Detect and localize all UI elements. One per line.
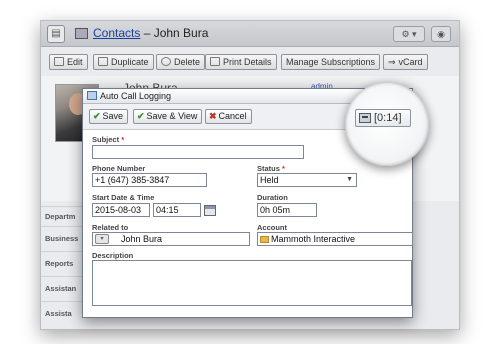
record-toolbar: Edit Duplicate Delete Print Details Mana…: [41, 49, 459, 75]
subscriptions-label: Manage Subscriptions: [286, 57, 376, 67]
close-icon: ✖: [209, 111, 217, 121]
status-label: Status *: [257, 164, 285, 173]
business-label: Business: [45, 234, 79, 243]
phone-log-icon: [87, 91, 97, 100]
save-view-label: Save & View: [146, 111, 198, 121]
status-value: Held: [260, 175, 279, 185]
edit-button[interactable]: Edit: [49, 54, 88, 70]
start-date-label: Start Date & Time: [92, 193, 155, 202]
window-header: ▤ Contacts – John Bura ⚙ ▾ ◉: [41, 21, 459, 47]
gear-icon: ⚙ ▾: [401, 29, 417, 39]
save-button[interactable]: ✔ Save: [89, 109, 129, 124]
phone-number-field[interactable]: +1 (647) 385-3847: [92, 173, 207, 187]
help-button[interactable]: ◉: [431, 26, 451, 42]
vcard-icon: ⇒: [388, 57, 396, 67]
call-timer-button[interactable]: [0:14]: [355, 109, 411, 127]
chevron-down-icon: ▼: [346, 176, 353, 183]
call-timer: [0:14]: [374, 112, 402, 124]
copy-icon: [98, 57, 108, 66]
edit-label: Edit: [67, 57, 83, 67]
pencil-icon: [54, 57, 64, 66]
settings-menu-button[interactable]: ⚙ ▾: [393, 26, 425, 42]
print-details-button[interactable]: Print Details: [205, 54, 277, 70]
delete-button[interactable]: Delete: [156, 54, 206, 70]
subject-input[interactable]: [92, 145, 304, 159]
folder-icon: [260, 236, 269, 243]
delete-icon: [161, 57, 171, 66]
account-field[interactable]: Mammoth Interactive: [257, 232, 413, 246]
print-label: Print Details: [223, 57, 272, 67]
start-time-field[interactable]: 04:15: [153, 203, 201, 217]
start-date-field[interactable]: 2015-08-03: [92, 203, 150, 217]
page-title: Contacts – John Bura: [93, 26, 208, 40]
manage-subscriptions-button[interactable]: Manage Subscriptions: [281, 54, 381, 70]
timer-icon: [359, 113, 371, 123]
subject-label: Subject *: [92, 135, 125, 144]
cancel-button[interactable]: ✖ Cancel: [205, 109, 252, 124]
save-and-view-button[interactable]: ✔ Save & View: [133, 109, 203, 124]
related-to-value: John Bura: [121, 234, 163, 244]
duration-field[interactable]: 0h 05m: [257, 203, 317, 217]
status-select[interactable]: Held ▼: [257, 173, 357, 187]
stage: ▤ Contacts – John Bura ⚙ ▾ ◉ Edit Duplic…: [0, 0, 500, 344]
save-label: Save: [102, 111, 124, 121]
breadcrumb-contacts-link[interactable]: Contacts: [93, 26, 140, 40]
delete-label: Delete: [174, 57, 201, 67]
related-type-selector-icon[interactable]: ▾: [95, 234, 109, 244]
related-to-label: Related to: [92, 223, 129, 232]
duplicate-label: Duplicate: [111, 57, 149, 67]
cancel-label: Cancel: [218, 111, 247, 121]
vcard-label: vCard: [398, 57, 423, 67]
duration-label: Duration: [257, 193, 288, 202]
phone-number-label: Phone Number: [92, 164, 146, 173]
check-icon: ✔: [137, 111, 145, 121]
calendar-icon[interactable]: [204, 205, 216, 216]
printer-icon: [210, 57, 220, 66]
help-icon: ◉: [437, 29, 445, 39]
assistant-label: Assistan: [45, 284, 77, 293]
required-icon: *: [282, 164, 285, 173]
check-icon: ✔: [93, 111, 101, 121]
contact-card-icon: [75, 28, 88, 39]
dialog-title: Auto Call Logging: [100, 91, 172, 101]
required-icon: *: [121, 135, 125, 144]
account-value: Mammoth Interactive: [271, 234, 356, 244]
record-title: – John Bura: [140, 26, 209, 40]
assistant-phone-label: Assista: [45, 309, 72, 318]
vcard-button[interactable]: ⇒ vCard: [383, 54, 428, 70]
related-to-field[interactable]: ▾ John Bura: [92, 232, 250, 246]
department-label: Departm: [45, 212, 76, 221]
timer-magnifier: [0:14]: [345, 82, 429, 166]
sidebar-toggle-icon[interactable]: ▤: [47, 25, 65, 43]
description-textarea[interactable]: [92, 260, 412, 306]
duplicate-button[interactable]: Duplicate: [93, 54, 154, 70]
reports-label: Reports: [45, 259, 74, 268]
account-label: Account: [257, 223, 287, 232]
description-label: Description: [92, 251, 134, 260]
